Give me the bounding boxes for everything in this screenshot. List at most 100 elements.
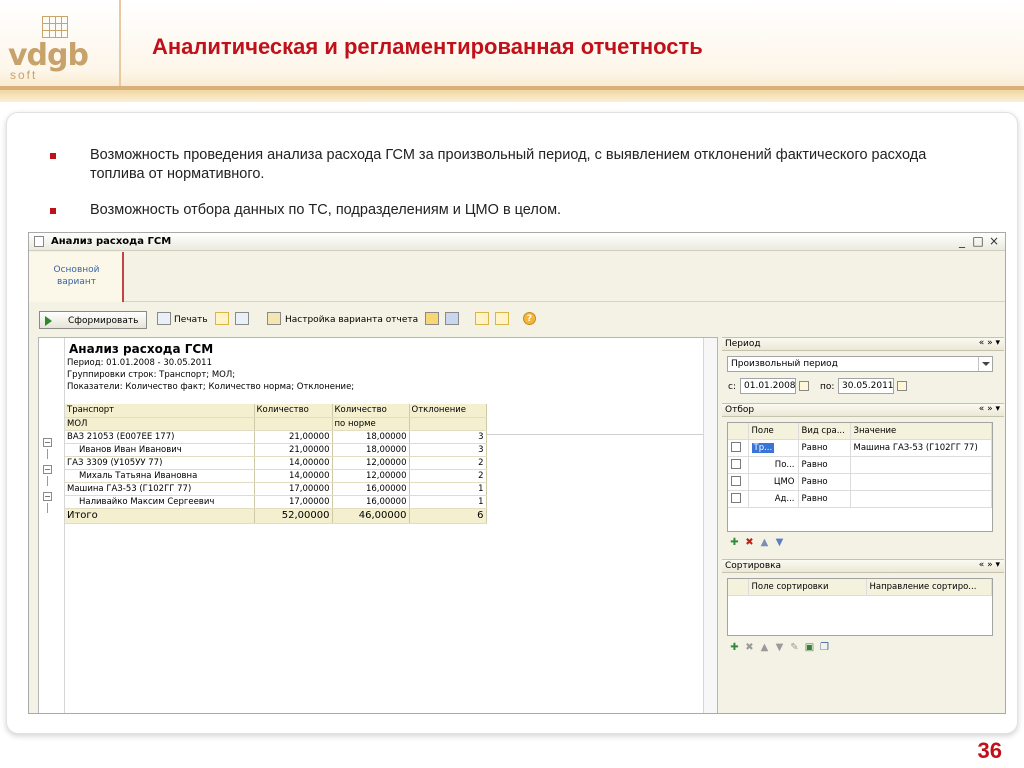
row-norm: 18,00000: [332, 443, 410, 457]
sort-nav-icon[interactable]: « » ▾: [979, 560, 1000, 570]
print-button[interactable]: Печать: [174, 311, 208, 329]
total-deviation: 6: [409, 508, 487, 524]
period-type-select[interactable]: Произвольный период: [727, 356, 993, 372]
close-button[interactable]: ×: [987, 234, 1001, 248]
add-icon[interactable]: ✚: [727, 537, 742, 548]
generate-button[interactable]: Сформировать: [39, 311, 147, 329]
row-norm: 12,00000: [332, 469, 410, 483]
col-header-qty-norm: Количество: [332, 404, 410, 418]
sort-header-row: Поле сортировки Направление сортиро...: [728, 579, 992, 596]
font-format-icon[interactable]: [235, 312, 249, 325]
row-fact: 14,00000: [254, 456, 333, 470]
col-header-deviation: Отклонение: [409, 404, 487, 418]
filter-row[interactable]: Ад... Равно: [728, 490, 992, 508]
up-icon[interactable]: ▲: [757, 537, 772, 548]
variant-tab-line1: Основной: [53, 265, 100, 275]
sort-section-header: Сортировка « » ▾: [722, 559, 1004, 573]
delete-icon[interactable]: ✖: [742, 537, 757, 548]
period-nav-icon[interactable]: « » ▾: [979, 338, 1000, 348]
row-deviation: 3: [409, 443, 487, 457]
collapse-group-icon[interactable]: −: [43, 492, 52, 501]
down-icon[interactable]: ▼: [772, 642, 787, 653]
filter-row-check: [728, 490, 749, 508]
col-header-empty: [254, 417, 333, 431]
vertical-scrollbar[interactable]: [703, 338, 717, 713]
up-icon[interactable]: ▲: [757, 642, 772, 653]
period-from-field[interactable]: 01.01.2008: [740, 378, 796, 394]
delete-icon[interactable]: ✖: [742, 642, 757, 653]
table-row[interactable]: Наливайко Максим Сергеевич 17,00000 16,0…: [65, 495, 487, 509]
filter-row-value: [850, 456, 992, 474]
filter-row-kind: Равно: [798, 439, 851, 457]
filter-nav-icon[interactable]: « » ▾: [979, 404, 1000, 414]
row-norm: 16,00000: [332, 495, 410, 509]
row-deviation: 3: [409, 430, 487, 444]
filter-title: Отбор: [725, 405, 755, 415]
tree-line: [47, 449, 48, 459]
collapse-group-icon[interactable]: −: [43, 465, 52, 474]
period-to-field[interactable]: 30.05.2011: [838, 378, 894, 394]
generate-label: Сформировать: [68, 316, 139, 326]
filter-row[interactable]: По... Равно: [728, 456, 992, 474]
add-icon[interactable]: ✚: [727, 642, 742, 653]
calendar-icon[interactable]: [799, 381, 809, 391]
chevron-down-icon[interactable]: [978, 357, 992, 371]
filter-grid[interactable]: Поле Вид сра... Значение Тр... Равно Маш…: [727, 422, 993, 532]
filter-col-value: Значение: [850, 423, 992, 440]
sort-grid[interactable]: Поле сортировки Направление сортиро...: [727, 578, 993, 636]
filter-row-field: ЦМО: [748, 473, 799, 491]
filter-row[interactable]: Тр... Равно Машина ГАЗ-53 (Г102ГГ 77): [728, 439, 992, 457]
table-row[interactable]: ГАЗ 3309 (У105УУ 77) 14,00000 12,00000 2: [65, 456, 487, 470]
filter-actions: ✚ ✖ ▲ ▼: [727, 537, 787, 548]
col-header-empty: [409, 417, 487, 431]
total-label: Итого: [65, 508, 255, 524]
grouping-gutter: − − −: [39, 338, 65, 713]
row-norm: 12,00000: [332, 456, 410, 470]
filter-col-field: Поле: [748, 423, 799, 440]
col-header-transport: Транспорт: [65, 404, 255, 418]
row-deviation: 1: [409, 482, 487, 496]
minimize-button[interactable]: _: [955, 234, 969, 248]
row-norm: 16,00000: [332, 482, 410, 496]
filter-checkbox[interactable]: [731, 459, 741, 470]
table-row[interactable]: Михаль Татьяна Ивановна 14,00000 12,0000…: [65, 469, 487, 483]
slide-header: vdgb soft Аналитическая и регламентирова…: [0, 0, 1024, 100]
tab-main-variant[interactable]: Основной вариант: [29, 252, 124, 302]
save-icon[interactable]: [445, 312, 459, 325]
help-icon[interactable]: ?: [523, 312, 536, 325]
header-band: [0, 90, 1024, 102]
period-to-label: по:: [820, 382, 835, 392]
open-folder-icon[interactable]: [425, 312, 439, 325]
table-view-icon[interactable]: [215, 312, 229, 325]
filter-checkbox[interactable]: [731, 476, 741, 487]
copy-icon[interactable]: ❐: [817, 642, 832, 653]
logo-abacus-icon: [42, 16, 68, 38]
window-titlebar: Анализ расхода ГСМ _ □ ×: [29, 233, 1005, 251]
header-separator: [119, 0, 121, 86]
row-vehicle: Машина ГАЗ-53 (Г102ГГ 77): [65, 482, 255, 496]
filter-row-check: [728, 456, 749, 474]
filter-row-field: Ад...: [748, 490, 799, 508]
filter-header-row: Поле Вид сра... Значение: [728, 423, 992, 440]
report-settings-button[interactable]: Настройка варианта отчета: [285, 311, 418, 329]
table-row[interactable]: ВАЗ 21053 (Е007ЕЕ 177) 21,00000 18,00000…: [65, 430, 487, 444]
settings-panel-toggle-icon[interactable]: [495, 312, 509, 325]
table-row[interactable]: Машина ГАЗ-53 (Г102ГГ 77) 17,00000 16,00…: [65, 482, 487, 496]
report-spreadsheet[interactable]: − − − Анализ расхода ГСМ Период: 01.01.2…: [38, 337, 718, 713]
filter-table: Поле Вид сра... Значение Тр... Равно Маш…: [728, 423, 992, 508]
filter-field-value: Тр...: [751, 442, 775, 453]
check-all-icon[interactable]: ▣: [802, 642, 817, 653]
filter-checkbox[interactable]: [731, 442, 741, 453]
tree-line: [47, 503, 48, 513]
maximize-button[interactable]: □: [971, 234, 985, 248]
edit-icon[interactable]: ✎: [787, 642, 802, 653]
calendar-icon[interactable]: [897, 381, 907, 391]
header-toggle-icon[interactable]: [475, 312, 489, 325]
period-title: Период: [725, 339, 761, 349]
down-icon[interactable]: ▼: [772, 537, 787, 548]
filter-row[interactable]: ЦМО Равно: [728, 473, 992, 491]
row-fact: 21,00000: [254, 430, 333, 444]
collapse-group-icon[interactable]: −: [43, 438, 52, 447]
filter-checkbox[interactable]: [731, 493, 741, 504]
table-row[interactable]: Иванов Иван Иванович 21,00000 18,00000 3: [65, 443, 487, 457]
